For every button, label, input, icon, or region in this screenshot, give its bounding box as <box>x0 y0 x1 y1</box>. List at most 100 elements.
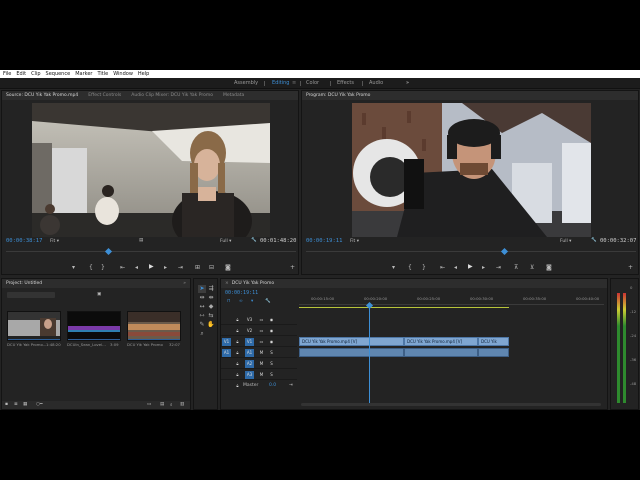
add-marker-icon[interactable]: ▾ <box>72 264 75 271</box>
track-lock-icon[interactable]: 🔒︎ <box>233 316 242 324</box>
track-lock-icon[interactable]: 🔒︎ <box>233 382 242 390</box>
workspace-overflow-button[interactable]: » <box>406 80 409 86</box>
program-quality-dropdown[interactable]: Full ▾ <box>560 239 571 244</box>
workspace-assembly[interactable]: Assembly <box>234 80 258 86</box>
go-to-end-icon[interactable]: ⇥ <box>289 383 293 388</box>
track-lock-icon[interactable]: 🔒︎ <box>233 371 242 379</box>
track-area[interactable]: DCU Yik Yak Promo.mp4 [V] DCU Yik Yak Pr… <box>299 305 604 405</box>
icon-view-icon[interactable]: ▦ <box>23 402 27 407</box>
video-clip[interactable]: DCU Yik <box>478 337 509 346</box>
step-back-icon[interactable]: ◂ <box>135 264 138 271</box>
tab-metadata[interactable]: Metadata <box>223 93 244 98</box>
delete-icon[interactable]: ▥ <box>180 402 184 407</box>
audio-clip[interactable] <box>299 348 404 357</box>
mark-out-icon[interactable]: } <box>422 264 426 271</box>
lock-icon[interactable]: ▪ <box>5 402 8 407</box>
ripple-edit-tool-icon[interactable]: ⇹ <box>198 294 206 302</box>
source-time-ruler[interactable] <box>6 247 296 252</box>
lift-icon[interactable]: ⊼ <box>514 264 518 271</box>
search-icon[interactable]: ⌕ <box>170 402 173 408</box>
timeline-settings-icon[interactable]: 🔧 <box>265 299 271 304</box>
timeline-close-icon[interactable]: × <box>225 281 229 286</box>
project-item-thumbnail[interactable] <box>7 311 61 341</box>
bin-icon[interactable]: ▣ <box>97 292 101 297</box>
workspace-editing[interactable]: Editing <box>272 80 289 86</box>
list-view-icon[interactable]: ≣ <box>14 402 18 407</box>
play-icon[interactable]: ▶ <box>468 263 473 270</box>
go-to-in-icon[interactable]: ⇤ <box>440 264 445 271</box>
project-search-input[interactable] <box>7 292 55 298</box>
panel-overflow-icon[interactable]: » <box>183 281 186 286</box>
insert-icon[interactable]: ⊞ <box>195 264 200 271</box>
tab-program[interactable]: Program: DCU Yik Yak Promo <box>306 93 370 98</box>
export-frame-icon[interactable]: ◙ <box>225 264 231 271</box>
add-button-icon[interactable]: + <box>290 264 295 271</box>
work-area-bar[interactable] <box>299 307 509 308</box>
hand-tool-icon[interactable]: ✋ <box>207 321 215 329</box>
source-patch-a1[interactable]: A1 <box>222 349 231 357</box>
mark-in-icon[interactable]: { <box>89 264 93 271</box>
step-forward-icon[interactable]: ▸ <box>164 264 167 271</box>
solo-button[interactable]: S <box>267 360 276 368</box>
new-bin-icon[interactable]: ▭ <box>147 402 151 407</box>
timeline-scrollbar[interactable] <box>301 403 601 406</box>
solo-button[interactable]: S <box>267 349 276 357</box>
track-lock-icon[interactable]: 🔒︎ <box>233 349 242 357</box>
timeline-ruler[interactable]: 00:00:15:00 00:00:20:00 00:00:25:00 00:0… <box>299 295 604 305</box>
snap-icon[interactable]: ⊓ <box>227 299 231 304</box>
menu-edit[interactable]: Edit <box>16 71 26 77</box>
slide-tool-icon[interactable]: ⇆ <box>207 312 215 320</box>
menu-marker[interactable]: Marker <box>75 71 92 77</box>
menu-file[interactable]: File <box>3 71 11 77</box>
master-volume[interactable]: 0.0 <box>269 383 276 388</box>
source-zoom-dropdown[interactable]: Fit ▾ <box>50 239 59 244</box>
source-timecode[interactable]: 00:00:38:17 <box>6 238 42 244</box>
rate-stretch-tool-icon[interactable]: ↔ <box>198 303 206 311</box>
add-marker-icon[interactable]: ▾ <box>251 299 253 304</box>
mark-out-icon[interactable]: } <box>101 264 105 271</box>
go-to-out-icon[interactable]: ⇥ <box>178 264 183 271</box>
track-lock-icon[interactable]: 🔒︎ <box>233 338 242 346</box>
mark-in-icon[interactable]: { <box>408 264 412 271</box>
workspace-color[interactable]: Color <box>306 80 319 86</box>
track-lock-icon[interactable]: 🔒︎ <box>233 360 242 368</box>
program-timecode[interactable]: 00:00:19:11 <box>306 238 342 244</box>
overwrite-icon[interactable]: ⊟ <box>209 264 214 271</box>
go-to-out-icon[interactable]: ⇥ <box>496 264 501 271</box>
source-quality-dropdown[interactable]: Full ▾ <box>220 239 231 244</box>
eye-icon[interactable]: ◉ <box>267 338 276 346</box>
solo-button[interactable]: S <box>267 371 276 379</box>
tab-source[interactable]: Source: DCU Yik Yak Promo.mp4 <box>6 93 78 98</box>
program-time-ruler[interactable] <box>306 247 636 252</box>
tab-audio-clip-mixer[interactable]: Audio Clip Mixer: DCU Yik Yak Promo <box>131 93 213 98</box>
razor-tool-icon[interactable]: ◆ <box>207 303 215 311</box>
menu-help[interactable]: Help <box>138 71 149 77</box>
tab-effect-controls[interactable]: Effect Controls <box>88 93 121 98</box>
add-button-icon[interactable]: + <box>628 264 633 271</box>
program-zoom-dropdown[interactable]: Fit ▾ <box>350 239 359 244</box>
workspace-menu-icon[interactable]: ≡ <box>292 80 296 86</box>
audio-clip[interactable] <box>478 348 509 357</box>
source-settings-icon[interactable]: ▤ <box>139 238 143 243</box>
step-back-icon[interactable]: ◂ <box>454 264 457 271</box>
play-icon[interactable]: ▶ <box>149 263 154 270</box>
project-item-thumbnail[interactable] <box>127 311 181 341</box>
sync-lock-icon[interactable]: ▭ <box>257 327 266 335</box>
timeline-timecode[interactable]: 00:00:19:11 <box>225 290 258 296</box>
wrench-icon[interactable]: 🔧 <box>251 238 257 243</box>
eye-icon[interactable]: ◉ <box>267 327 276 335</box>
selection-tool-icon[interactable]: ➤ <box>198 285 206 293</box>
mute-button[interactable]: M <box>257 360 266 368</box>
source-video-frame[interactable] <box>32 103 270 237</box>
menu-title[interactable]: Title <box>97 71 108 77</box>
extract-icon[interactable]: ⊻ <box>530 264 534 271</box>
sync-lock-icon[interactable]: ▭ <box>257 316 266 324</box>
video-clip[interactable]: DCU Yik Yak Promo.mp4 [V] <box>299 337 404 346</box>
wrench-icon[interactable]: 🔧 <box>591 238 597 243</box>
linked-selection-icon[interactable]: ∞ <box>239 299 243 304</box>
slip-tool-icon[interactable]: ⇿ <box>198 312 206 320</box>
audio-clip[interactable] <box>404 348 478 357</box>
go-to-in-icon[interactable]: ⇤ <box>120 264 125 271</box>
track-lock-icon[interactable]: 🔒︎ <box>233 327 242 335</box>
zoom-slider[interactable]: ○━ <box>36 402 43 407</box>
